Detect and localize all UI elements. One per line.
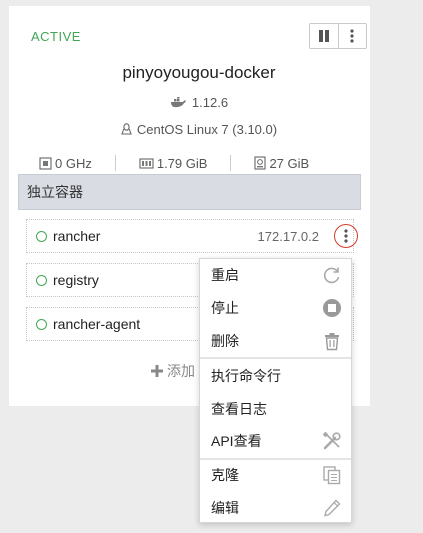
tools-icon [322,431,341,450]
container-name[interactable]: rancher-agent [53,316,140,332]
pause-button[interactable] [310,24,338,48]
memory-icon [139,157,154,169]
menu-item-label: 编辑 [211,500,239,516]
container-name[interactable]: registry [53,272,99,288]
pause-icon [318,30,329,42]
cpu-icon [39,156,52,170]
menu-item-label: API查看 [211,433,262,449]
menu-item-clone[interactable]: 克隆 [200,459,351,491]
menu-item-execute-shell[interactable]: 执行命令行 [200,360,351,392]
docker-icon [170,97,186,108]
add-container-label: 添加 [167,363,195,379]
menu-item-label: 重启 [211,267,239,283]
memory-value: 1.79 GiB [156,155,208,171]
host-stats: 0 GHz 1.79 GiB 27 GiB [39,154,359,172]
menu-item-delete[interactable]: 删除 [200,325,351,357]
container-action-menu: 重启 停止 删除 执行命令行 查看日志 API查看 克隆 编辑 [199,258,352,523]
host-actions [309,23,367,49]
host-name[interactable]: pinyoyougou-docker [9,63,389,83]
menu-item-label: 删除 [211,333,239,349]
pencil-icon [324,499,341,517]
menu-item-label: 停止 [211,300,239,316]
restart-icon [323,267,340,284]
more-vertical-icon [344,229,348,243]
storage-stat: 27 GiB [254,156,309,171]
linux-icon [121,123,132,135]
container-row-rancher[interactable]: rancher 172.17.0.2 [26,219,358,253]
clone-icon [323,466,341,485]
running-state-icon [36,230,47,242]
memory-stat: 1.79 GiB [139,155,208,171]
storage-icon [254,156,266,170]
container-more-button[interactable] [334,224,358,248]
running-state-icon [36,274,47,286]
stop-icon [323,299,341,317]
os-name: CentOS Linux 7 (3.10.0) [136,122,278,137]
menu-divider [200,357,351,359]
container-name[interactable]: rancher [53,228,100,244]
cpu-value: 0 GHz [55,155,92,171]
stat-divider [114,155,116,171]
storage-value: 27 GiB [269,155,310,171]
menu-item-restart[interactable]: 重启 [200,259,351,291]
os-line: CentOS Linux 7 (3.10.0) [9,122,389,137]
menu-item-view-logs[interactable]: 查看日志 [200,393,351,425]
menu-item-label: 查看日志 [211,401,267,417]
host-more-button[interactable] [337,24,367,48]
docker-version: 1.12.6 [191,95,229,110]
menu-item-view-api[interactable]: API查看 [200,425,351,457]
more-vertical-icon [350,29,354,43]
cpu-stat: 0 GHz [39,156,92,171]
menu-item-edit[interactable]: 编辑 [200,492,351,524]
container-ip: 172.17.0.2 [257,228,319,244]
section-title: 独立容器 [18,174,361,210]
add-container-button[interactable]: 添加 [150,361,195,381]
menu-item-label: 克隆 [211,467,239,483]
docker-version-line: 1.12.6 [9,95,389,110]
menu-item-label: 执行命令行 [211,368,281,384]
trash-icon [325,333,339,351]
menu-item-stop[interactable]: 停止 [200,292,351,324]
plus-icon [151,365,163,377]
host-status-badge: ACTIVE [31,29,81,44]
stat-divider [230,155,232,171]
running-state-icon [36,318,47,330]
